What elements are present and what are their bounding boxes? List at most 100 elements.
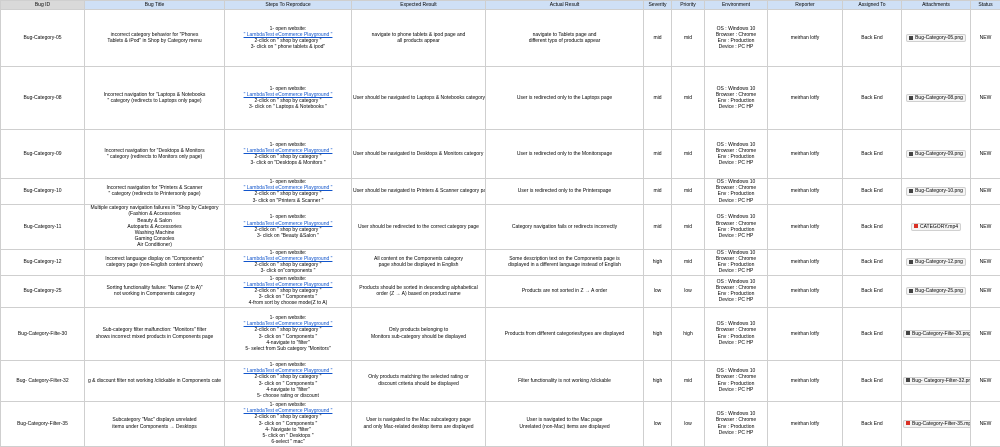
- cell-severity[interactable]: mid: [644, 67, 672, 130]
- cell-severity[interactable]: mid: [644, 179, 672, 205]
- col-header-expected[interactable]: Expected Result: [352, 1, 486, 10]
- cell-severity[interactable]: low: [644, 401, 672, 446]
- col-header-bug-id[interactable]: Bug ID: [1, 1, 85, 10]
- cell-steps[interactable]: 1- open website:" LambdaTest eCommerce P…: [225, 401, 352, 446]
- cell-priority[interactable]: low: [672, 275, 705, 307]
- cell-reporter[interactable]: meirhan lotfy: [768, 307, 843, 360]
- cell-status[interactable]: NEW: [971, 130, 1000, 179]
- cell-priority[interactable]: mid: [672, 249, 705, 275]
- cell-severity[interactable]: mid: [644, 10, 672, 67]
- cell-reporter[interactable]: meirhan lotfy: [768, 275, 843, 307]
- cell-steps[interactable]: 1- open website:" LambdaTest eCommerce P…: [225, 275, 352, 307]
- attachment-chip[interactable]: CATEGORY.mp4: [911, 223, 961, 231]
- cell-bug-title[interactable]: Incorrect language display on "Component…: [85, 249, 225, 275]
- cell-actual[interactable]: navigate to Tablets page anddifferent ty…: [486, 10, 644, 67]
- cell-assigned[interactable]: Back End: [843, 249, 902, 275]
- cell-environment[interactable]: OS : Windows 10Browser : ChromeEnv : Pro…: [705, 204, 768, 249]
- cell-environment[interactable]: OS : Windows 10Browser : ChromeEnv : Pro…: [705, 67, 768, 130]
- cell-bug-id[interactable]: Bug-Category-11: [1, 204, 85, 249]
- cell-bug-id[interactable]: Bug-Category-08: [1, 67, 85, 130]
- cell-priority[interactable]: high: [672, 307, 705, 360]
- cell-expected[interactable]: All content on the Components categorypa…: [352, 249, 486, 275]
- cell-steps[interactable]: 1- open website:" LambdaTest eCommerce P…: [225, 10, 352, 67]
- cell-bug-id[interactable]: Bug-Category-10: [1, 179, 85, 205]
- cell-environment[interactable]: OS : Windows 10Browser : ChromeEnv : Pro…: [705, 249, 768, 275]
- col-header-priority[interactable]: Priority: [672, 1, 705, 10]
- cell-reporter[interactable]: meirhan lotfy: [768, 360, 843, 401]
- cell-priority[interactable]: mid: [672, 67, 705, 130]
- cell-assigned[interactable]: Back End: [843, 179, 902, 205]
- cell-reporter[interactable]: meirhan lotfy: [768, 204, 843, 249]
- cell-status[interactable]: NEW: [971, 249, 1000, 275]
- col-header-attachments[interactable]: Attachments: [902, 1, 971, 10]
- cell-attachments[interactable]: Bug-Category-Filte-30.png: [902, 307, 971, 360]
- cell-bug-id[interactable]: Bug-Category-25: [1, 275, 85, 307]
- cell-expected[interactable]: User should be navigated to Desktops & M…: [352, 130, 486, 179]
- cell-steps[interactable]: 1- open website:" LambdaTest eCommerce P…: [225, 307, 352, 360]
- cell-bug-title[interactable]: Sub-category filter malfunction: "Monito…: [85, 307, 225, 360]
- cell-assigned[interactable]: Back End: [843, 130, 902, 179]
- cell-environment[interactable]: OS : Windows 10Browser : ChromeEnv : Pro…: [705, 401, 768, 446]
- cell-assigned[interactable]: Back End: [843, 275, 902, 307]
- cell-severity[interactable]: high: [644, 360, 672, 401]
- cell-steps[interactable]: 1- open website:" LambdaTest eCommerce P…: [225, 360, 352, 401]
- cell-actual[interactable]: Category navigation fails or redirects i…: [486, 204, 644, 249]
- cell-attachments[interactable]: Bug-Category-12.png: [902, 249, 971, 275]
- cell-expected[interactable]: User should be redirected to the correct…: [352, 204, 486, 249]
- cell-bug-id[interactable]: Bug-Category-Filter-35: [1, 401, 85, 446]
- cell-priority[interactable]: mid: [672, 360, 705, 401]
- cell-reporter[interactable]: meirhan lotfy: [768, 179, 843, 205]
- cell-assigned[interactable]: Back End: [843, 307, 902, 360]
- cell-actual[interactable]: Some description text on the Components …: [486, 249, 644, 275]
- cell-attachments[interactable]: Bug-Category-25.png: [902, 275, 971, 307]
- cell-status[interactable]: NEW: [971, 307, 1000, 360]
- cell-bug-id[interactable]: Bug-Category-09: [1, 130, 85, 179]
- cell-actual[interactable]: Filter functionality is not working /cli…: [486, 360, 644, 401]
- cell-actual[interactable]: Products from different categories/types…: [486, 307, 644, 360]
- cell-bug-id[interactable]: Bug- Category-Filter-32: [1, 360, 85, 401]
- cell-bug-title[interactable]: Sorting functionality failure: "Name (Z …: [85, 275, 225, 307]
- col-header-assigned[interactable]: Assigned To: [843, 1, 902, 10]
- attachment-chip[interactable]: Bug-Category-09.png: [906, 150, 966, 158]
- cell-environment[interactable]: OS : Windows 10Browser : ChromeEnv : Pro…: [705, 307, 768, 360]
- cell-reporter[interactable]: meirhan lotfy: [768, 67, 843, 130]
- cell-bug-title[interactable]: Multiple category navigation failures in…: [85, 204, 225, 249]
- cell-status[interactable]: NEW: [971, 204, 1000, 249]
- cell-bug-id[interactable]: Bug-Category-05: [1, 10, 85, 67]
- cell-severity[interactable]: low: [644, 275, 672, 307]
- cell-attachments[interactable]: Bug-Category-Filter-35.mp4: [902, 401, 971, 446]
- cell-assigned[interactable]: Back End: [843, 67, 902, 130]
- cell-bug-title[interactable]: Subcategory "Mac" displays unrelateditem…: [85, 401, 225, 446]
- cell-actual[interactable]: Products are not sorted in Z → A order: [486, 275, 644, 307]
- cell-expected[interactable]: Products should be sorted in descending …: [352, 275, 486, 307]
- col-header-environment[interactable]: Environment: [705, 1, 768, 10]
- cell-bug-title[interactable]: incorrect category behavior for "PhonesT…: [85, 10, 225, 67]
- cell-status[interactable]: NEW: [971, 179, 1000, 205]
- cell-attachments[interactable]: Bug-Category-05.png: [902, 10, 971, 67]
- cell-priority[interactable]: low: [672, 401, 705, 446]
- cell-bug-id[interactable]: Bug-Category-Filte-30: [1, 307, 85, 360]
- cell-priority[interactable]: mid: [672, 10, 705, 67]
- cell-environment[interactable]: OS : Windows 10Browser : ChromeEnv : Pro…: [705, 360, 768, 401]
- cell-actual[interactable]: User is redirected only to the Laptops p…: [486, 67, 644, 130]
- col-header-status[interactable]: Status: [971, 1, 1000, 10]
- attachment-chip[interactable]: Bug- Category-Filter-32.png: [903, 377, 971, 385]
- cell-priority[interactable]: mid: [672, 204, 705, 249]
- cell-attachments[interactable]: Bug-Category-08.png: [902, 67, 971, 130]
- cell-expected[interactable]: navigate to phone tablets & ipod page an…: [352, 10, 486, 67]
- col-header-steps[interactable]: Steps To Reproduce: [225, 1, 352, 10]
- attachment-chip[interactable]: Bug-Category-12.png: [906, 258, 966, 266]
- cell-status[interactable]: NEW: [971, 360, 1000, 401]
- col-header-actual[interactable]: Actual Result: [486, 1, 644, 10]
- col-header-reporter[interactable]: Reporter: [768, 1, 843, 10]
- attachment-chip[interactable]: Bug-Category-08.png: [906, 94, 966, 102]
- cell-bug-title[interactable]: Incorrect navigation for "Printers & Sca…: [85, 179, 225, 205]
- cell-bug-title[interactable]: g & discount filter not working /clickab…: [85, 360, 225, 401]
- cell-priority[interactable]: mid: [672, 130, 705, 179]
- cell-status[interactable]: NEW: [971, 10, 1000, 67]
- cell-steps[interactable]: 1- open website:" LambdaTest eCommerce P…: [225, 204, 352, 249]
- cell-status[interactable]: NEW: [971, 275, 1000, 307]
- attachment-chip[interactable]: Bug-Category-25.png: [906, 287, 966, 295]
- cell-reporter[interactable]: meirhan lotfy: [768, 401, 843, 446]
- cell-actual[interactable]: User is redirected only to the Monitorsp…: [486, 130, 644, 179]
